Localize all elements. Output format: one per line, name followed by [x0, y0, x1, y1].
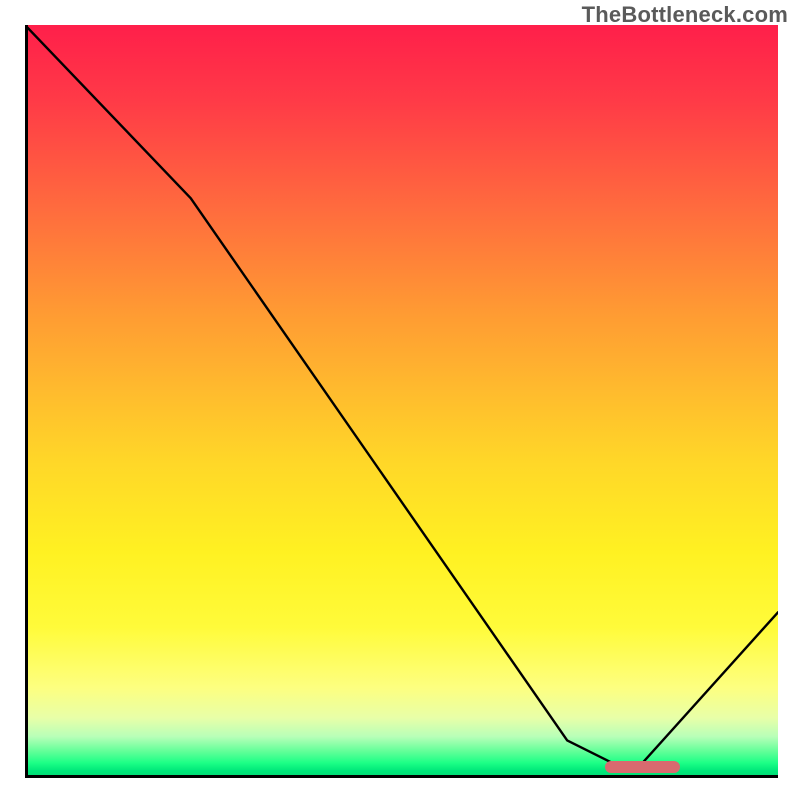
- optimal-range-marker: [605, 761, 680, 773]
- x-axis: [25, 775, 778, 778]
- bottleneck-curve: [25, 25, 778, 778]
- curve-path: [25, 25, 778, 763]
- chart-container: TheBottleneck.com: [0, 0, 800, 800]
- plot-area: [25, 25, 778, 778]
- y-axis: [25, 25, 28, 778]
